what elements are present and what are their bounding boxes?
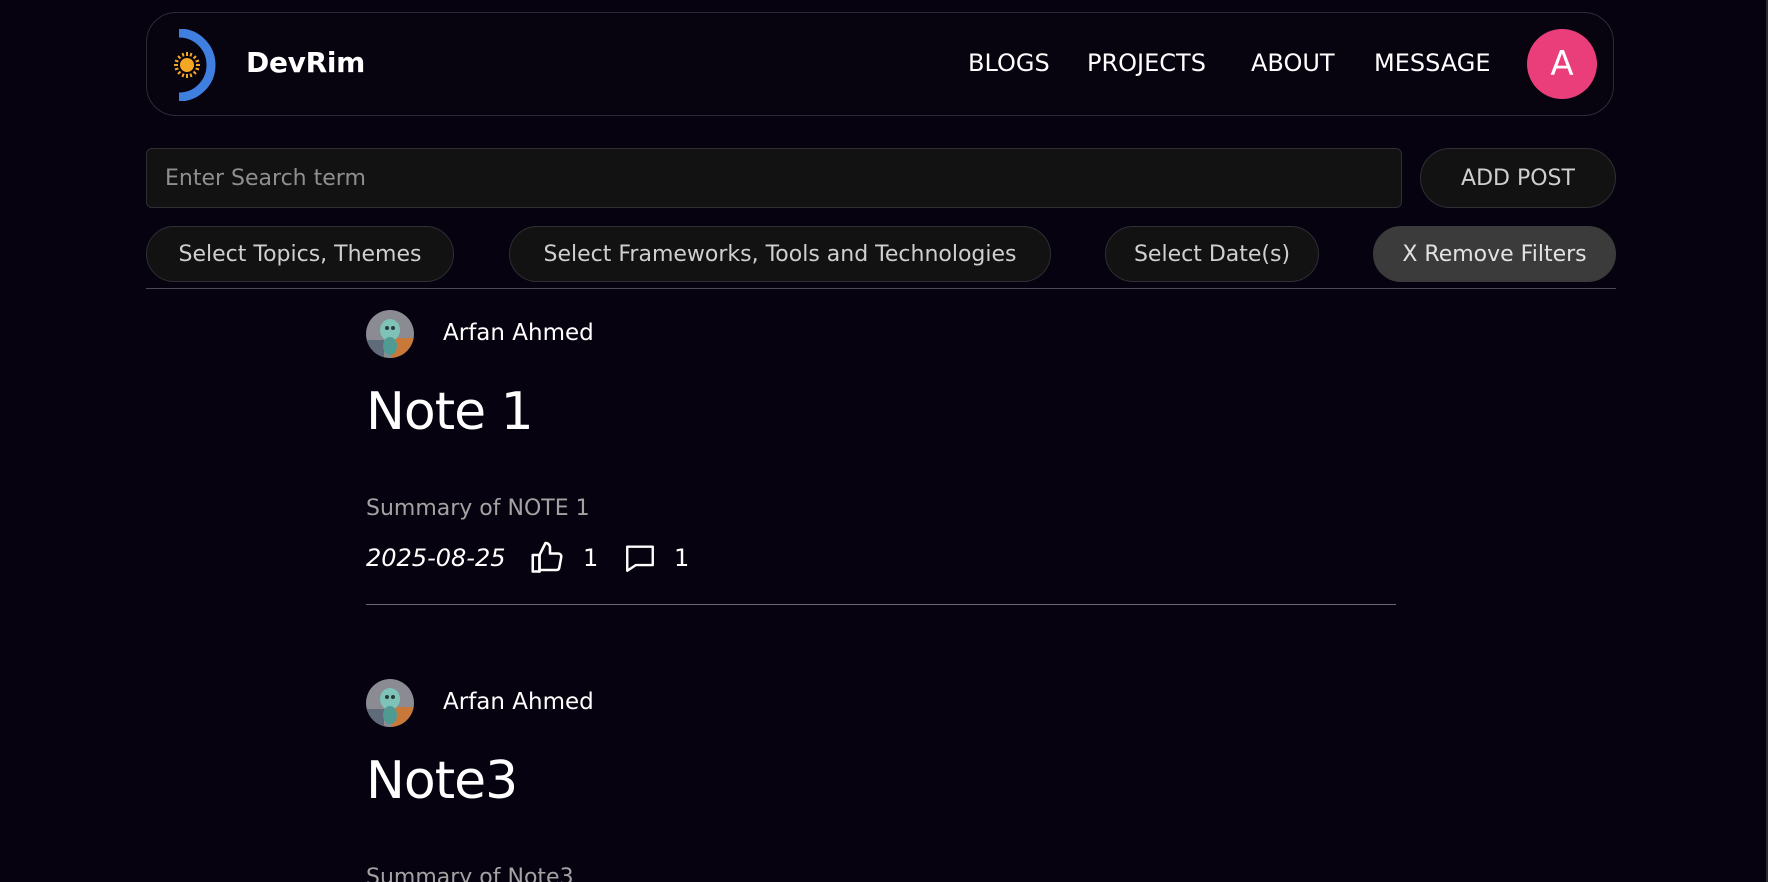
post-title[interactable]: Note3 bbox=[366, 751, 518, 811]
nav-about[interactable]: ABOUT bbox=[1251, 49, 1335, 77]
like-count: 1 bbox=[583, 544, 599, 572]
author-avatar[interactable] bbox=[366, 679, 414, 727]
comment-count: 1 bbox=[674, 544, 690, 572]
nav-blogs[interactable]: BLOGS bbox=[968, 49, 1050, 77]
user-avatar-button[interactable]: A bbox=[1527, 29, 1597, 99]
post-title[interactable]: Note 1 bbox=[366, 382, 534, 442]
post-card[interactable]: Arfan Ahmed Note 1 Summary of NOTE 1 202… bbox=[366, 310, 1396, 610]
author-name[interactable]: Arfan Ahmed bbox=[443, 689, 594, 715]
post-date: 2025-08-25 bbox=[366, 544, 506, 572]
remove-filters-button[interactable]: X Remove Filters bbox=[1373, 226, 1616, 282]
nav-projects[interactable]: PROJECTS bbox=[1087, 49, 1206, 77]
frameworks-filter-button[interactable]: Select Frameworks, Tools and Technologie… bbox=[509, 226, 1051, 282]
author-name[interactable]: Arfan Ahmed bbox=[443, 320, 594, 346]
post-meta: 2025-08-25 1 1 bbox=[366, 538, 866, 578]
search-input[interactable] bbox=[146, 148, 1402, 208]
comment-icon[interactable] bbox=[623, 541, 657, 575]
add-post-button[interactable]: ADD POST bbox=[1420, 148, 1616, 208]
blog-page: DevRim BLOGS PROJECTS ABOUT MESSAGE A AD… bbox=[0, 0, 1768, 882]
nav-message[interactable]: MESSAGE bbox=[1374, 49, 1491, 77]
filters-divider bbox=[146, 288, 1616, 289]
post-divider bbox=[366, 604, 1396, 605]
post-summary: Summary of Note3 bbox=[366, 865, 574, 882]
top-navbar: DevRim BLOGS PROJECTS ABOUT MESSAGE A bbox=[146, 12, 1614, 116]
post-summary: Summary of NOTE 1 bbox=[366, 496, 590, 521]
brand-name[interactable]: DevRim bbox=[246, 46, 365, 79]
thumbs-up-icon[interactable] bbox=[529, 540, 565, 576]
devrim-logo-icon[interactable] bbox=[173, 29, 223, 101]
date-filter-button[interactable]: Select Date(s) bbox=[1105, 226, 1319, 282]
topics-filter-button[interactable]: Select Topics, Themes bbox=[146, 226, 454, 282]
author-avatar[interactable] bbox=[366, 310, 414, 358]
post-card[interactable]: Arfan Ahmed Note3 Summary of Note3 bbox=[366, 679, 1396, 882]
